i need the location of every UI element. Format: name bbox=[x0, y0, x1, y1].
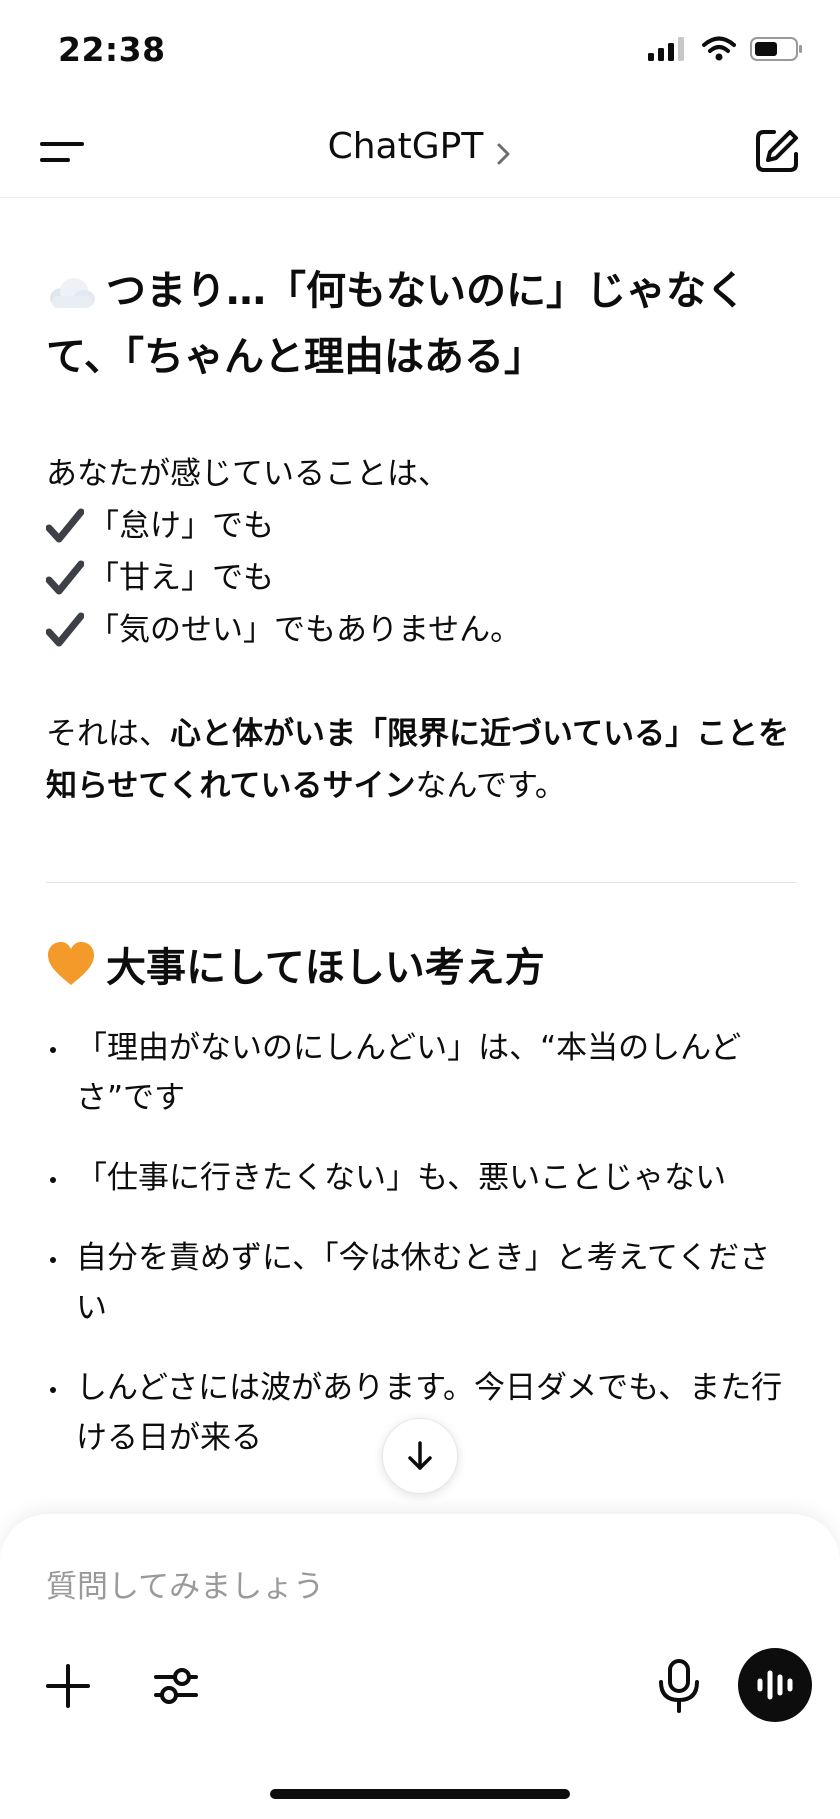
orange-heart-emoji-icon bbox=[48, 942, 94, 985]
voice-mode-icon bbox=[757, 1670, 793, 1700]
heading-2-text: 大事にしてほしい考え方 bbox=[106, 945, 545, 991]
model-selector[interactable]: ChatGPT bbox=[0, 126, 840, 167]
check-mark-icon bbox=[46, 508, 84, 543]
sliders-icon bbox=[154, 1668, 198, 1704]
scroll-to-bottom-button[interactable] bbox=[382, 1418, 458, 1494]
heading-1-text: つまり…「何もないのに」じゃなくて、「ちゃんと理由はある」 bbox=[46, 268, 746, 380]
battery-icon bbox=[750, 37, 802, 61]
list-item: 「仕事に行きたくない」も、悪いことじゃない bbox=[46, 1153, 796, 1203]
check-mark-icon bbox=[46, 612, 84, 647]
message-paragraph-1: あなたが感じていることは、 「怠け」でも 「甘え」でも 「気のせい」でもありませ… bbox=[46, 448, 796, 656]
message-heading-2: 大事にしてほしい考え方 bbox=[46, 935, 796, 1001]
check-text: 「気のせい」でもありません。 bbox=[88, 612, 522, 648]
microphone-icon bbox=[659, 1659, 699, 1713]
check-line: 「怠け」でも bbox=[46, 500, 796, 552]
attach-button[interactable] bbox=[44, 1662, 92, 1710]
check-mark-icon bbox=[46, 560, 84, 595]
status-bar: 22:38 bbox=[0, 0, 840, 104]
divider bbox=[46, 882, 796, 883]
advice-list: 「理由がないのにしんどい」は、“本当のしんどさ”です 「仕事に行きたくない」も、… bbox=[46, 1023, 796, 1463]
message-heading-1: つまり…「何もないのに」じゃなくて、「ちゃんと理由はある」 bbox=[46, 258, 796, 390]
cellular-signal-icon bbox=[648, 37, 684, 61]
nav-bar: ChatGPT bbox=[0, 104, 840, 198]
new-chat-button[interactable] bbox=[752, 126, 802, 176]
intro-text: あなたが感じていることは、 bbox=[46, 456, 449, 492]
check-line: 「気のせい」でもありません。 bbox=[46, 604, 796, 656]
wifi-icon bbox=[702, 36, 736, 61]
voice-mode-button[interactable] bbox=[738, 1648, 812, 1722]
home-indicator bbox=[270, 1789, 570, 1799]
status-icons bbox=[648, 36, 804, 62]
message-paragraph-2: それは、心と体がいま「限界に近づいている」ことを知らせてくれているサインなんです… bbox=[46, 708, 796, 812]
composer bbox=[0, 1514, 840, 1819]
paragraph-2-lead: それは、 bbox=[46, 716, 170, 752]
dictation-button[interactable] bbox=[654, 1658, 704, 1714]
paragraph-2-tail: なんです。 bbox=[415, 768, 566, 804]
arrow-down-icon bbox=[408, 1441, 432, 1470]
status-time: 22:38 bbox=[58, 30, 166, 69]
check-text: 「甘え」でも bbox=[88, 560, 274, 596]
cloud-emoji-icon bbox=[50, 278, 95, 308]
new-chat-icon bbox=[756, 130, 798, 172]
list-item: 自分を責めずに、「今は休むとき」と考えてください bbox=[46, 1233, 796, 1333]
plus-icon bbox=[46, 1664, 90, 1708]
check-text: 「怠け」でも bbox=[88, 508, 274, 544]
check-line: 「甘え」でも bbox=[46, 552, 796, 604]
list-item: 「理由がないのにしんどい」は、“本当のしんどさ”です bbox=[46, 1023, 796, 1123]
assistant-message: つまり…「何もないのに」じゃなくて、「ちゃんと理由はある」 あなたが感じているこ… bbox=[46, 198, 796, 1493]
chevron-right-icon bbox=[497, 143, 510, 164]
tools-button[interactable] bbox=[152, 1662, 200, 1710]
message-input[interactable] bbox=[46, 1562, 746, 1612]
nav-title: ChatGPT bbox=[327, 126, 484, 167]
